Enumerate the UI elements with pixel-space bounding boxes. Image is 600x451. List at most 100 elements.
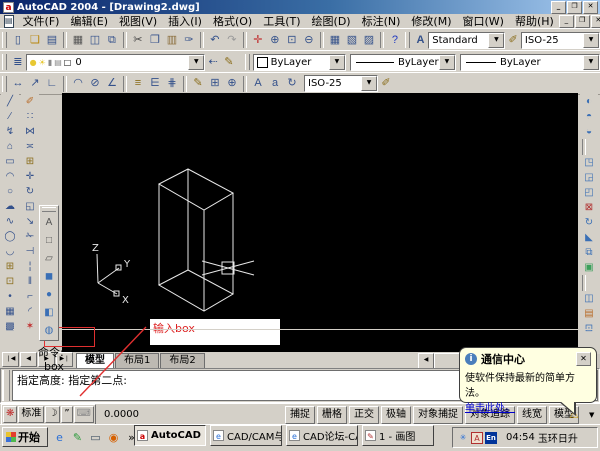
arc-button[interactable]: ◠ <box>1 169 19 184</box>
copy-object-button[interactable]: ∷ <box>21 109 39 124</box>
move-button[interactable]: ✛ <box>21 169 39 184</box>
restore-button[interactable]: ❐ <box>567 1 582 14</box>
sheetset-manager-button[interactable]: ▨ <box>361 32 377 49</box>
offset-button[interactable]: ≍ <box>21 139 39 154</box>
toolbar-grip[interactable] <box>2 54 7 70</box>
menu-item[interactable]: 标注(N) <box>357 13 406 29</box>
text-style-button[interactable]: A <box>413 32 428 49</box>
menu-item[interactable]: 窗口(W) <box>457 13 508 29</box>
diameter-dimension-button[interactable]: ⊘ <box>87 75 103 92</box>
menu-item[interactable]: 视图(V) <box>114 13 162 29</box>
chevron-down-icon[interactable]: ▼ <box>361 76 377 91</box>
ime-keyboard-icon[interactable]: ⌨ <box>74 406 94 423</box>
rectangle-button[interactable]: ▭ <box>1 154 19 169</box>
chevron-down-icon[interactable]: ▼ <box>583 33 599 48</box>
task-button[interactable]: ✎ 1 - 画图 <box>362 425 434 446</box>
designcenter-button[interactable]: ▦ <box>327 32 343 49</box>
linear-dimension-button[interactable]: ↔ <box>10 75 26 92</box>
line-button[interactable]: ╱ <box>1 94 19 109</box>
new-button[interactable]: ▯ <box>10 32 26 49</box>
status-toggle-button[interactable]: 栅格 <box>317 406 347 424</box>
array-button[interactable]: ⊞ <box>21 154 39 169</box>
language-tray-icon[interactable]: En <box>485 432 497 444</box>
publish-button[interactable]: ⧉ <box>104 32 120 49</box>
extend-button[interactable]: ⊣ <box>21 244 39 259</box>
rotate-faces-button[interactable]: ↻ <box>580 215 598 230</box>
drawing-canvas[interactable]: Z Y X 输入box <box>62 93 578 352</box>
menu-item[interactable]: 绘图(D) <box>307 13 356 29</box>
close-button[interactable]: ✕ <box>583 1 598 14</box>
fillet-button[interactable]: ◜ <box>21 304 39 319</box>
ordinate-dimension-button[interactable]: ∟ <box>44 75 60 92</box>
status-toggle-button[interactable]: 对象捕捉 <box>413 406 463 424</box>
toolbar-grip[interactable] <box>245 54 250 70</box>
redo-button[interactable]: ↷ <box>224 32 240 49</box>
move-faces-button[interactable]: ◲ <box>580 170 598 185</box>
zoom-window-button[interactable]: ⊡ <box>284 32 300 49</box>
ellipse-arc-button[interactable]: ◡ <box>1 244 19 259</box>
cut-button[interactable]: ✂ <box>130 32 146 49</box>
toolbar-grip[interactable] <box>42 207 56 212</box>
menu-item[interactable]: 插入(I) <box>163 13 207 29</box>
linetype-dropdown[interactable]: ByLayer ▼ <box>350 54 456 71</box>
chevron-down-icon[interactable]: ▼ <box>188 55 204 70</box>
point-button[interactable]: • <box>1 289 19 304</box>
status-toggle-button[interactable]: 正交 <box>349 406 379 424</box>
intersect-button[interactable]: ◒ <box>580 124 598 139</box>
chevron-down-icon[interactable]: ▼ <box>488 33 504 48</box>
ime-mode-button[interactable]: 标准 <box>18 406 44 423</box>
hidden-button[interactable]: ▱ <box>40 250 58 268</box>
ime-logo-icon[interactable]: ❋ <box>3 406 17 423</box>
construction-line-button[interactable]: ∕ <box>1 109 19 124</box>
taper-faces-button[interactable]: ◣ <box>580 230 598 245</box>
help-button[interactable]: ? <box>387 32 403 49</box>
editor-quicklaunch-icon[interactable]: ✎ <box>70 430 85 445</box>
extrude-faces-button[interactable]: ◳ <box>580 155 598 170</box>
center-mark-button[interactable]: ⊕ <box>224 75 240 92</box>
copy-edges-button[interactable]: ◫ <box>580 291 598 306</box>
chevron-down-icon[interactable]: ▼ <box>583 55 599 70</box>
chevron-down-icon[interactable]: ▼ <box>329 55 345 70</box>
color-dropdown[interactable]: ByLayer ▼ <box>253 54 346 71</box>
zoom-realtime-button[interactable]: ⊕ <box>267 32 283 49</box>
2d-wireframe-button[interactable]: A <box>40 214 58 232</box>
break-button[interactable]: ‖ <box>21 274 39 289</box>
union-button[interactable]: ◐ <box>580 94 598 109</box>
toolbar-grip[interactable] <box>2 76 7 92</box>
layer-dropdown[interactable]: ● ☀ ▮ ▤ □ 0 ▼ <box>26 54 206 71</box>
toolbar-grip[interactable] <box>405 32 410 48</box>
scale-button[interactable]: ◱ <box>21 199 39 214</box>
ellipse-button[interactable]: ◯ <box>1 229 19 244</box>
doc-minimize-button[interactable]: _ <box>559 15 574 28</box>
doc-restore-button[interactable]: ❐ <box>575 15 590 28</box>
gouraud-shaded-button[interactable]: ● <box>40 286 58 304</box>
pinwheel-tray-icon[interactable]: ✳ <box>457 432 469 444</box>
radius-dimension-button[interactable]: ◠ <box>70 75 86 92</box>
trim-button[interactable]: ✁ <box>21 229 39 244</box>
zoom-previous-button[interactable]: ⊖ <box>301 32 317 49</box>
dimension-style-manager-button[interactable]: ✐ <box>378 75 394 92</box>
flat-shaded-button[interactable]: ◼ <box>40 268 58 286</box>
tolerance-button[interactable]: ⊞ <box>207 75 223 92</box>
pan-realtime-button[interactable]: ✛ <box>250 32 266 49</box>
aligned-dimension-button[interactable]: ↗ <box>27 75 43 92</box>
chevron-down-icon[interactable]: ▼ <box>439 55 455 70</box>
gouraud-shaded-edges-on-button[interactable]: ◍ <box>40 322 58 340</box>
dim-style-dropdown[interactable]: ISO-25 ▼ <box>521 32 600 49</box>
ime-halfwidth-icon[interactable]: ☽ <box>45 406 60 423</box>
polyline-button[interactable]: ↯ <box>1 124 19 139</box>
3d-wireframe-button[interactable]: □ <box>40 232 58 250</box>
task-button[interactable]: e CAD/CAM与制... <box>210 425 282 446</box>
polygon-button[interactable]: ⌂ <box>1 139 19 154</box>
flat-shaded-edges-on-button[interactable]: ◧ <box>40 304 58 322</box>
insert-block-button[interactable]: ⊞ <box>1 259 19 274</box>
color-faces-button[interactable]: ▣ <box>580 260 598 275</box>
dim-style-button[interactable]: ✐ <box>505 32 520 49</box>
baseline-dimension-button[interactable]: ⋿ <box>147 75 163 92</box>
plot-button[interactable]: ▦ <box>70 32 86 49</box>
quick-dimension-button[interactable]: ≡ <box>130 75 146 92</box>
minimize-button[interactable]: _ <box>551 1 566 14</box>
paste-button[interactable]: ▥ <box>164 32 180 49</box>
task-button[interactable]: a AutoCAD 200... <box>134 425 206 446</box>
undo-button[interactable]: ↶ <box>207 32 223 49</box>
